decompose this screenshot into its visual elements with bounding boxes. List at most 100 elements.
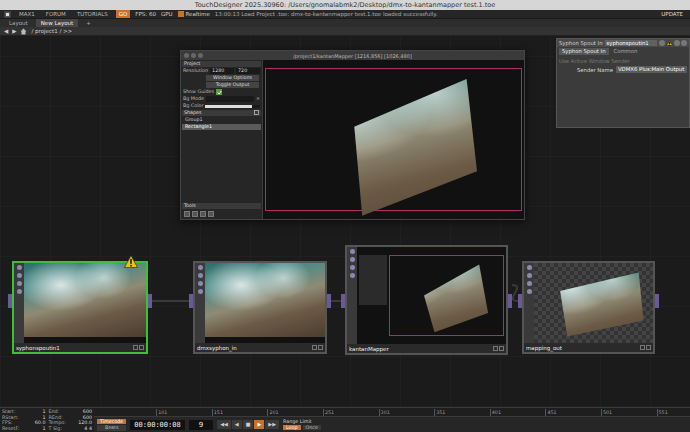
node-viewer[interactable] <box>357 247 506 344</box>
range-option[interactable]: Loop <box>283 425 301 431</box>
menu-item[interactable]: TUTORIALS <box>74 10 111 18</box>
warning-icon[interactable] <box>666 40 673 46</box>
node-flag-icon[interactable] <box>350 257 355 262</box>
info-icon[interactable] <box>674 40 680 46</box>
node-flag-icon[interactable] <box>527 265 532 270</box>
output-preview[interactable] <box>263 60 524 219</box>
timeline-field[interactable]: RStart:1 <box>2 415 46 421</box>
node-flag-icon[interactable] <box>198 281 203 286</box>
mode-button[interactable]: Beats <box>97 425 126 431</box>
menu-item[interactable]: MAX1 <box>16 10 38 18</box>
node-flag-icon[interactable] <box>350 265 355 270</box>
transport-button[interactable]: ◀◀ <box>217 420 231 429</box>
parameter-value[interactable]: VDMX6 Plus:Main Output <box>616 66 687 73</box>
node-viewer[interactable] <box>24 263 146 343</box>
field-value[interactable]: 600 <box>83 415 92 421</box>
gpu-label[interactable]: GPU <box>161 11 173 17</box>
input-connector[interactable] <box>341 294 345 308</box>
transport-button[interactable]: ▶ <box>254 420 264 429</box>
field-value[interactable]: 1 <box>42 409 45 415</box>
field-value[interactable]: 1 <box>42 415 45 421</box>
operator-node[interactable]: dmxsyphon_in <box>193 261 327 354</box>
operator-name[interactable]: syphonspoutin1 <box>605 40 657 46</box>
timeline-field[interactable]: End:600 <box>49 409 93 415</box>
tool-icon[interactable] <box>200 211 206 217</box>
panel-button[interactable]: Toggle Output <box>206 82 259 88</box>
forward-button[interactable]: ▶ <box>12 28 16 34</box>
menu-item[interactable]: FORUM <box>43 10 69 18</box>
td-logo-icon[interactable] <box>4 11 11 18</box>
operator-node[interactable]: syphonspoutin1 <box>12 261 148 354</box>
tool-icon[interactable] <box>192 211 198 217</box>
viewer-toggle-icon[interactable] <box>493 346 498 351</box>
layout-tab[interactable]: Layout <box>4 19 33 27</box>
tool-icon[interactable] <box>208 211 214 217</box>
add-layout-button[interactable]: + <box>81 19 96 27</box>
parameter-tab[interactable]: Syphon Spout In <box>559 48 609 55</box>
bypass-icon[interactable] <box>646 345 651 350</box>
node-name[interactable]: mapping_out <box>526 345 562 351</box>
realtime-checkbox[interactable] <box>178 11 184 17</box>
help-icon[interactable] <box>659 40 665 46</box>
timeline-field[interactable]: T Sig:4 4 <box>49 426 93 432</box>
zoom-button[interactable] <box>198 53 203 58</box>
panel-button[interactable]: Window Options <box>206 75 259 81</box>
bg-color-slider[interactable] <box>205 105 260 108</box>
kantanmapper-window[interactable]: /project1/kantanMapper [1216,856] [1026,… <box>180 50 525 220</box>
frame-field[interactable]: 9 <box>189 420 213 430</box>
input-connector[interactable] <box>518 294 522 308</box>
timecode-field[interactable]: 00:00:00:08 <box>130 420 184 430</box>
realtime-toggle[interactable]: Realtime <box>178 11 210 17</box>
update-button[interactable]: UPDATE <box>658 11 686 17</box>
height-field[interactable]: 720 <box>236 68 260 74</box>
bg-mode-field[interactable] <box>206 96 254 102</box>
width-field[interactable]: 1280 <box>210 68 234 74</box>
transport-button[interactable]: ◀ <box>232 420 242 429</box>
node-flag-icon[interactable] <box>527 289 532 294</box>
shape-item[interactable]: Group1 <box>182 117 261 123</box>
node-name[interactable]: dmxsyphon_in <box>197 345 237 351</box>
node-viewer[interactable] <box>534 263 653 343</box>
field-value[interactable]: 600 <box>83 409 92 415</box>
input-connector[interactable] <box>189 294 193 308</box>
node-name[interactable]: syphonspoutin1 <box>16 345 60 351</box>
viewer-toggle-icon[interactable] <box>133 345 138 350</box>
shape-item[interactable]: Rectangle1 <box>182 124 261 130</box>
show-guides-checkbox[interactable] <box>216 89 222 95</box>
menu-item[interactable]: GO <box>116 10 131 18</box>
home-icon[interactable] <box>20 28 27 35</box>
output-connector[interactable] <box>327 294 331 308</box>
node-flag-icon[interactable] <box>350 249 355 254</box>
minimize-button[interactable] <box>191 53 196 58</box>
bypass-icon[interactable] <box>139 345 144 350</box>
field-value[interactable]: 120.0 <box>78 420 92 426</box>
parameter-tab[interactable]: Common <box>611 48 641 55</box>
timeline-ruler[interactable]: 101151201251301351401451501551 <box>94 408 690 417</box>
node-flag-icon[interactable] <box>17 273 22 278</box>
output-connector[interactable] <box>148 294 152 308</box>
input-connector[interactable] <box>8 294 12 308</box>
field-value[interactable]: 1 <box>42 426 45 432</box>
viewer-toggle-icon[interactable] <box>640 345 645 350</box>
node-flag-icon[interactable] <box>17 265 22 270</box>
network-editor[interactable]: syphonspoutin1dmxsyphon_inkantanMapperma… <box>0 36 690 407</box>
node-viewer[interactable] <box>205 263 325 343</box>
viewer-toggle-icon[interactable] <box>312 345 317 350</box>
tool-icon[interactable] <box>184 211 190 217</box>
timeline-field[interactable]: ResetF:1 <box>2 426 46 432</box>
layout-tab[interactable]: New Layout <box>36 19 78 27</box>
range-option[interactable]: Once <box>303 425 321 431</box>
timeline-field[interactable]: Start:1 <box>2 409 46 415</box>
node-flag-icon[interactable] <box>17 289 22 294</box>
warning-icon[interactable] <box>124 255 138 268</box>
close-button[interactable] <box>184 53 189 58</box>
add-icon[interactable] <box>681 40 687 46</box>
field-value[interactable]: 4 4 <box>84 426 92 432</box>
network-path[interactable]: / project1 / >> <box>31 28 72 34</box>
back-button[interactable]: ◀ <box>4 28 8 34</box>
mode-button[interactable]: Timecode <box>97 419 126 425</box>
clear-button[interactable]: × <box>256 96 260 102</box>
node-flag-icon[interactable] <box>527 281 532 286</box>
add-shape-icon[interactable] <box>254 110 259 115</box>
node-flag-icon[interactable] <box>198 273 203 278</box>
